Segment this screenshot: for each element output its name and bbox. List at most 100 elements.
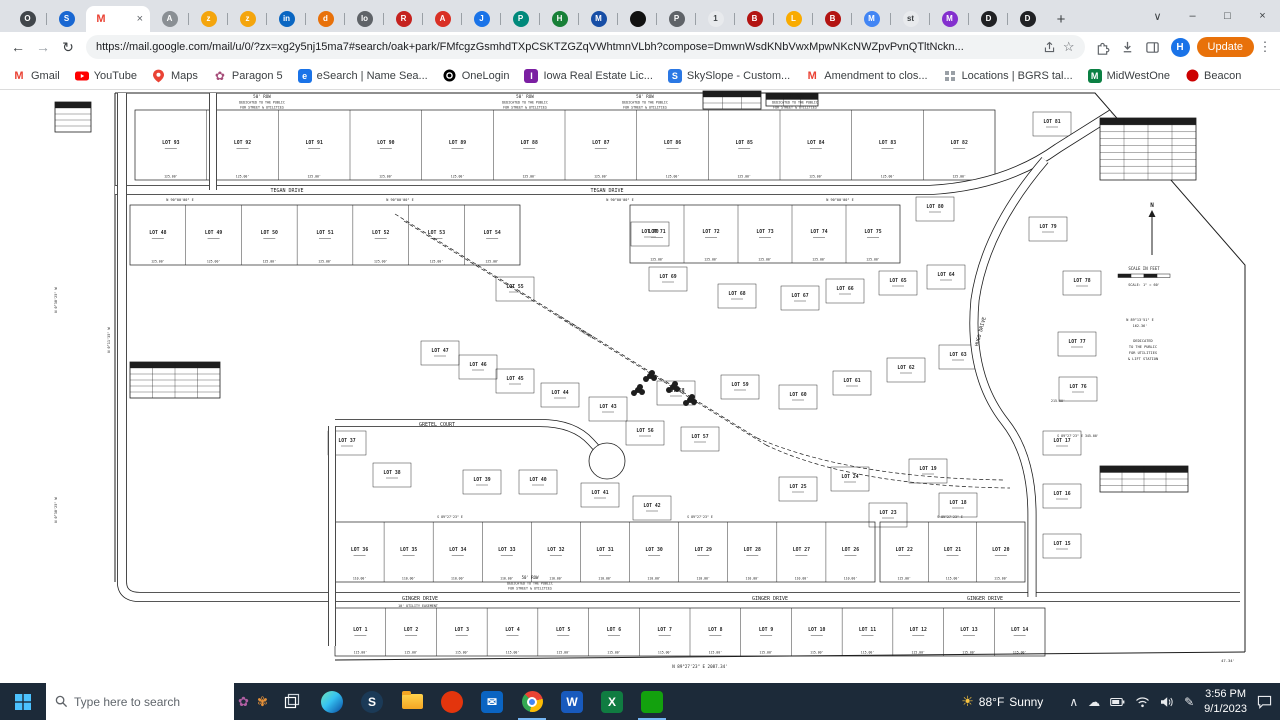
weather-widget[interactable]: ☀ 88°F Sunny: [961, 693, 1043, 710]
search-placeholder: Type here to search: [74, 695, 180, 709]
browser-tab[interactable]: A: [423, 6, 462, 32]
browser-tab[interactable]: P: [657, 6, 696, 32]
downloads-icon[interactable]: [1117, 40, 1139, 55]
browser-tab[interactable]: P: [501, 6, 540, 32]
flower-icon: ✿: [213, 69, 227, 83]
browser-tab[interactable]: in: [267, 6, 306, 32]
svg-text:N 0°38'25" W: N 0°38'25" W: [54, 496, 58, 522]
profile-avatar[interactable]: H: [1171, 38, 1190, 57]
tab-active-gmail[interactable]: M×: [86, 6, 150, 32]
browser-tab[interactable]: H: [540, 6, 579, 32]
taskbar-app-word[interactable]: W: [552, 683, 592, 720]
bookmark-item[interactable]: Maps: [152, 69, 198, 83]
svg-text:LOT 88: LOT 88: [521, 140, 538, 146]
browser-tab[interactable]: [618, 6, 657, 32]
reload-button[interactable]: ↻: [57, 39, 79, 56]
bookmark-item[interactable]: IIowa Real Estate Lic...: [524, 69, 652, 83]
svg-text:FOR UTILITIES: FOR UTILITIES: [1129, 351, 1157, 355]
pen-icon[interactable]: ✎: [1184, 695, 1194, 709]
battery-icon[interactable]: [1110, 696, 1125, 708]
volume-icon[interactable]: [1160, 696, 1174, 708]
browser-tab[interactable]: M: [579, 6, 618, 32]
browser-tab[interactable]: D: [969, 6, 1008, 32]
browser-tab[interactable]: 1: [696, 6, 735, 32]
minimize-button[interactable]: –: [1175, 0, 1210, 32]
side-panel-icon[interactable]: [1142, 40, 1164, 55]
browser-tab[interactable]: M: [852, 6, 891, 32]
browser-tab[interactable]: S: [47, 6, 86, 32]
bookmark-star-icon[interactable]: ☆: [1063, 39, 1075, 55]
bookmark-item[interactable]: YouTube: [75, 69, 137, 83]
wifi-icon[interactable]: [1135, 696, 1150, 708]
taskbar-app-excel[interactable]: X: [592, 683, 632, 720]
browser-tab[interactable]: lo: [345, 6, 384, 32]
bookmark-item[interactable]: MAmendment to clos...: [805, 69, 927, 83]
svg-text:115.00': 115.00': [994, 577, 1008, 581]
svg-text:115.00': 115.00': [506, 651, 520, 655]
browser-tab[interactable]: B: [735, 6, 774, 32]
taskbar-app-mail[interactable]: ✉: [472, 683, 512, 720]
taskbar-app-chrome[interactable]: [512, 683, 552, 720]
back-button[interactable]: ←: [7, 39, 29, 55]
taskbar-app-file-explorer[interactable]: [392, 683, 432, 720]
browser-tab[interactable]: L: [774, 6, 813, 32]
update-button[interactable]: Update: [1197, 37, 1254, 57]
svg-text:LOT 26: LOT 26: [842, 547, 859, 553]
search-highlight-icon[interactable]: ✿: [234, 683, 253, 720]
bookmark-item[interactable]: ✿Paragon 5: [213, 69, 283, 83]
svg-text:162.36': 162.36': [1133, 324, 1148, 328]
bookmark-item[interactable]: OneLogin: [443, 69, 510, 83]
bookmark-item[interactable]: Locations | BGRS tal...: [943, 69, 1073, 83]
tray-expand-icon[interactable]: ∧: [1069, 695, 1078, 709]
svg-text:LOT 29: LOT 29: [695, 547, 712, 553]
close-button[interactable]: ×: [1245, 0, 1280, 32]
browser-tab[interactable]: R: [384, 6, 423, 32]
share-icon[interactable]: [1043, 41, 1056, 54]
browser-tab[interactable]: d: [306, 6, 345, 32]
svg-text:LOT 90: LOT 90: [377, 140, 394, 146]
task-view-button[interactable]: [272, 683, 312, 720]
new-tab-button[interactable]: +: [1047, 6, 1075, 32]
menu-kebab-icon[interactable]: ⋮: [1257, 39, 1273, 55]
onedrive-cloud-icon[interactable]: ☁: [1088, 695, 1100, 709]
bookmark-item[interactable]: Beacon: [1185, 69, 1241, 83]
svg-text:LOT 86: LOT 86: [664, 140, 681, 146]
browser-tab[interactable]: B: [813, 6, 852, 32]
browser-tab[interactable]: M: [930, 6, 969, 32]
bookmark-item[interactable]: MGmail: [12, 69, 60, 83]
browser-tab[interactable]: z: [228, 6, 267, 32]
bookmark-item[interactable]: eeSearch | Name Sea...: [298, 69, 428, 83]
taskbar-app-edge[interactable]: [312, 683, 352, 720]
svg-text:LOT 64: LOT 64: [937, 272, 954, 278]
browser-tab[interactable]: D: [1008, 6, 1047, 32]
maximize-button[interactable]: □: [1210, 0, 1245, 32]
svg-text:LOT 40: LOT 40: [529, 477, 546, 483]
svg-text:LOT 23: LOT 23: [879, 510, 896, 516]
bookmark-item[interactable]: MMidWestOne: [1088, 69, 1170, 83]
notifications-icon[interactable]: [1257, 695, 1272, 709]
svg-text:LOT 74: LOT 74: [810, 229, 827, 235]
svg-text:DEDICATED TO THE PUBLIC: DEDICATED TO THE PUBLIC: [502, 101, 548, 105]
browser-tab[interactable]: st: [891, 6, 930, 32]
browser-tab[interactable]: J: [462, 6, 501, 32]
taskbar-app-app-s[interactable]: S: [352, 683, 392, 720]
start-button[interactable]: [0, 683, 46, 720]
bookmark-item[interactable]: SSkySlope - Custom...: [668, 69, 790, 83]
search-highlight-icon-2[interactable]: ✾: [253, 683, 272, 720]
forward-button[interactable]: →: [32, 39, 54, 55]
svg-text:LOT 17: LOT 17: [1053, 438, 1070, 444]
extensions-puzzle-icon[interactable]: [1092, 40, 1114, 55]
taskbar-clock[interactable]: 3:56 PM 9/1/2023: [1204, 687, 1247, 716]
svg-text:50' ROW: 50' ROW: [522, 575, 539, 580]
browser-tab[interactable]: A: [150, 6, 189, 32]
address-bar[interactable]: https://mail.google.com/mail/u/0/?zx=xg2…: [86, 35, 1085, 59]
svg-text:LOT 1: LOT 1: [353, 627, 368, 633]
tab-close-icon[interactable]: ×: [137, 13, 143, 25]
browser-tab[interactable]: O: [8, 6, 47, 32]
svg-text:FOR STREET & UTILITIES: FOR STREET & UTILITIES: [623, 106, 667, 110]
taskbar-search-box[interactable]: Type here to search: [46, 683, 234, 720]
taskbar-app-app-red[interactable]: [432, 683, 472, 720]
browser-tab[interactable]: z: [189, 6, 228, 32]
tab-search-icon[interactable]: ∨: [1140, 0, 1175, 32]
taskbar-app-app-green[interactable]: [632, 683, 672, 720]
